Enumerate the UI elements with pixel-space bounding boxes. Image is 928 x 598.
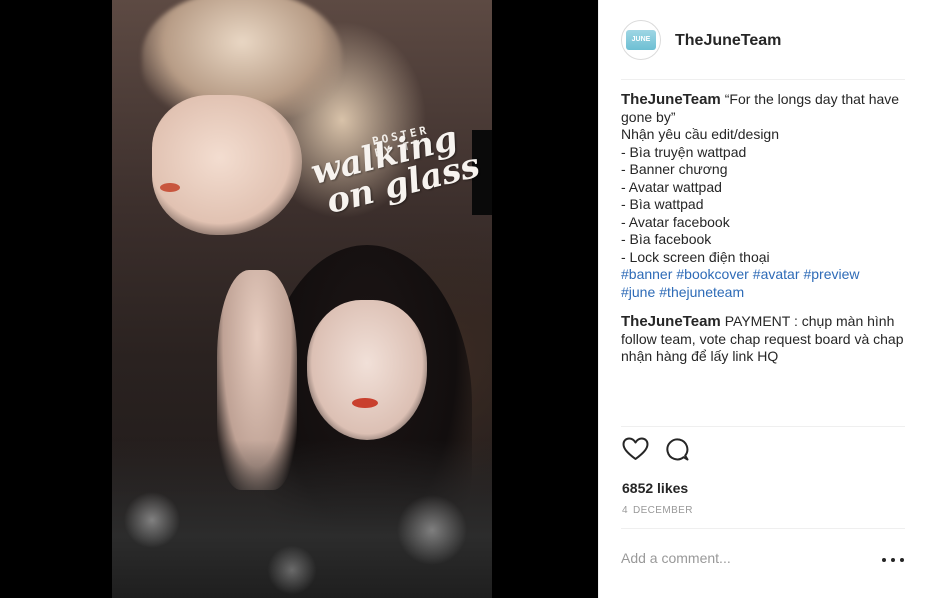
poster-art-lips-right [352, 398, 378, 408]
header-username-link[interactable]: TheJuneTeam [675, 32, 781, 50]
hashtag-link[interactable]: #thejuneteam [659, 284, 744, 300]
hashtag-link[interactable]: #banner [621, 266, 672, 282]
caption-text-line: - Bìa facebook [621, 231, 712, 247]
post-date-day: 4 [622, 505, 628, 516]
like-button[interactable] [621, 437, 649, 465]
caption-text-line: - Avatar wattpad [621, 178, 722, 195]
post-header: JUNE TheJuneTeam [621, 18, 905, 80]
caption-text-line: - Bìa wattpad [621, 196, 704, 212]
caption-username-link[interactable]: TheJuneTeam [621, 91, 721, 108]
poster-art-lips-left [160, 183, 180, 192]
more-options-icon [882, 558, 886, 562]
more-options-icon [891, 558, 895, 562]
post-date[interactable]: 4 DECEMBER [622, 505, 693, 516]
caption-hashtags-row: #june #thejuneteam [621, 284, 905, 302]
caption-text-line: - Lock screen điện thoại [621, 248, 770, 265]
avatar-logo: JUNE [626, 30, 656, 50]
poster-art-face-right [307, 300, 427, 440]
hashtag-link[interactable]: #preview [803, 266, 859, 282]
post-image[interactable]: POSTER BY TJT walking on glass [112, 0, 492, 598]
instagram-post-view: POSTER BY TJT walking on glass JUNE TheJ… [0, 0, 928, 598]
caption-text-line: - Banner chương [621, 161, 728, 177]
post-caption: TheJuneTeam “For the longs day that have … [621, 91, 905, 301]
poster-title: walking on glass [307, 118, 484, 222]
caption-text-line: Nhận yêu cầu edit/design [621, 126, 779, 142]
divider [621, 528, 905, 529]
avatar[interactable]: JUNE [621, 20, 661, 60]
caption-text-line: - Bìa truyện wattpad [621, 143, 747, 160]
caption-hashtags-row: #banner #bookcover #avatar #preview [621, 266, 905, 284]
post-actions [621, 437, 691, 467]
comment-item: TheJuneTeam PAYMENT : chụp màn hình follo… [621, 313, 905, 366]
post-details-panel: JUNE TheJuneTeam TheJuneTeam “For the lon… [598, 0, 928, 598]
comment-button[interactable] [663, 437, 691, 465]
comment-username-link[interactable]: TheJuneTeam [621, 313, 721, 330]
divider [621, 426, 905, 427]
poster-art-face-left [152, 95, 302, 235]
hashtag-link[interactable]: #bookcover [676, 266, 748, 282]
more-options-button[interactable] [882, 553, 904, 567]
caption-first-line: TheJuneTeam “For the longs day that have … [621, 91, 905, 126]
post-date-month: DECEMBER [632, 505, 693, 516]
likes-count[interactable]: 6852 likes [622, 480, 688, 496]
caption-text-line: - Avatar facebook [621, 213, 730, 230]
hashtag-link[interactable]: #june [621, 284, 655, 300]
comment-bubble-icon [665, 437, 689, 466]
hashtag-link[interactable]: #avatar [753, 266, 800, 282]
poster-art-flowers [112, 440, 492, 598]
heart-icon [622, 437, 649, 466]
add-comment-input[interactable] [621, 550, 871, 566]
post-media-area: POSTER BY TJT walking on glass [0, 0, 598, 598]
more-options-icon [900, 558, 904, 562]
